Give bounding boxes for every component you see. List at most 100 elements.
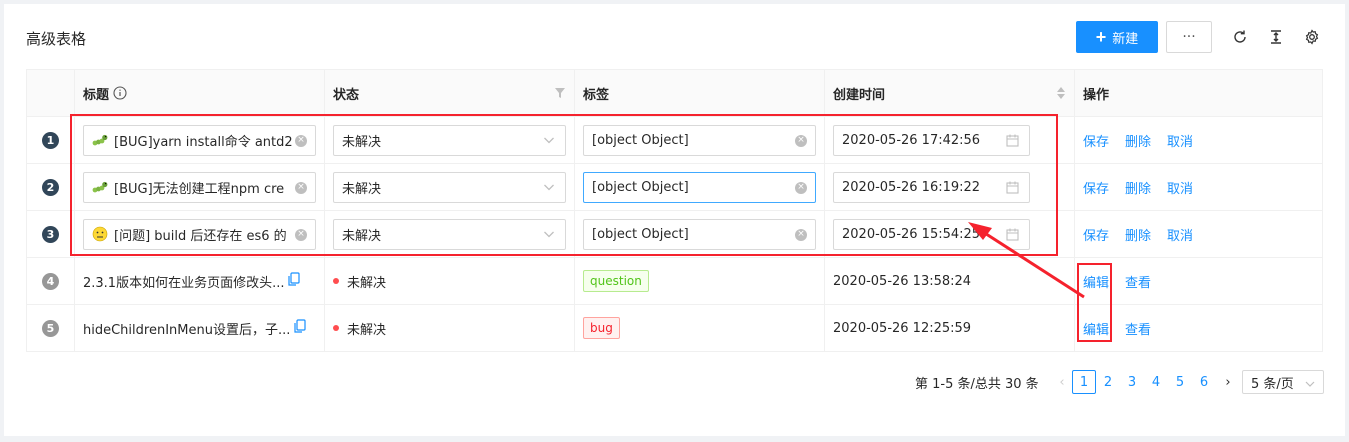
label-input[interactable]: [object Object] × bbox=[583, 124, 816, 156]
new-button-label: 新建 bbox=[1112, 30, 1139, 46]
delete-link[interactable]: 删除 bbox=[1125, 131, 1151, 150]
clear-icon[interactable]: × bbox=[295, 181, 307, 194]
page-title: 高级表格 bbox=[26, 30, 87, 48]
save-link[interactable]: 保存 bbox=[1083, 225, 1109, 244]
header-label-label: 标签 bbox=[583, 87, 610, 103]
label-input[interactable]: [object Object] × bbox=[583, 171, 816, 203]
header-created-time-label: 创建时间 bbox=[833, 87, 886, 103]
clear-icon[interactable]: × bbox=[795, 228, 807, 241]
page-5[interactable]: 5 bbox=[1168, 370, 1192, 394]
label-cell: question bbox=[575, 258, 825, 304]
label-cell: [object Object] × bbox=[575, 117, 825, 163]
edit-link[interactable]: 编辑 bbox=[1083, 319, 1109, 338]
clear-icon[interactable]: × bbox=[295, 228, 307, 241]
title-input[interactable]: [BUG]无法创建工程npm cre × bbox=[83, 171, 316, 203]
row-index-badge: 5 bbox=[42, 319, 59, 337]
label-cell: [object Object] × bbox=[575, 164, 825, 210]
status-select-value: 未解决 bbox=[342, 134, 382, 150]
chevron-down-icon bbox=[1305, 381, 1315, 387]
label-cell: [object Object] × bbox=[575, 211, 825, 257]
date-picker-value: 2020-05-26 17:42:56 bbox=[842, 132, 981, 148]
view-link[interactable]: 查看 bbox=[1125, 272, 1151, 291]
thinking-face-icon bbox=[92, 226, 108, 242]
time-cell: 2020-05-26 15:54:25 bbox=[825, 211, 1075, 257]
actions-cell: 编辑 查看 bbox=[1075, 305, 1324, 351]
save-link[interactable]: 保存 bbox=[1083, 131, 1109, 150]
label-input-value: [object Object] bbox=[592, 132, 689, 148]
cancel-link[interactable]: 取消 bbox=[1167, 225, 1193, 244]
edit-link[interactable]: 编辑 bbox=[1083, 272, 1109, 291]
status-select[interactable]: 未解决 bbox=[333, 171, 566, 203]
page-1[interactable]: 1 bbox=[1072, 370, 1096, 394]
more-button-label: ··· bbox=[1182, 29, 1196, 45]
new-button[interactable]: + 新建 bbox=[1076, 21, 1158, 53]
time-cell: 2020-05-26 13:58:24 bbox=[825, 258, 1075, 304]
pagination-total: 第 1-5 条/总共 30 条 bbox=[915, 377, 1039, 392]
cancel-link[interactable]: 取消 bbox=[1167, 131, 1193, 150]
setting-icon[interactable] bbox=[1302, 27, 1322, 47]
header-title-label: 标题 bbox=[83, 87, 110, 103]
page-6[interactable]: 6 bbox=[1192, 370, 1216, 394]
status-dot-icon bbox=[333, 325, 339, 331]
title-cell: [问题] build 后还存在 es6 的 × bbox=[75, 211, 325, 257]
row-index-badge: 1 bbox=[42, 131, 59, 149]
title-input[interactable]: [问题] build 后还存在 es6 的 × bbox=[83, 218, 316, 250]
delete-link[interactable]: 删除 bbox=[1125, 178, 1151, 197]
label-input-value: [object Object] bbox=[592, 179, 689, 195]
chevron-down-icon bbox=[543, 228, 555, 244]
delete-link[interactable]: 删除 bbox=[1125, 225, 1151, 244]
filter-icon[interactable] bbox=[554, 87, 566, 99]
date-picker-value: 2020-05-26 15:54:25 bbox=[842, 226, 981, 242]
copy-icon[interactable] bbox=[294, 319, 306, 337]
time-cell: 2020-05-26 12:25:59 bbox=[825, 305, 1075, 351]
row-index-badge: 3 bbox=[42, 225, 59, 243]
next-page-icon[interactable]: › bbox=[1216, 370, 1240, 394]
actions-cell: 编辑 查看 bbox=[1075, 258, 1324, 304]
date-picker-input[interactable]: 2020-05-26 17:42:56 bbox=[833, 124, 1030, 156]
clear-icon[interactable]: × bbox=[295, 134, 307, 147]
prev-page-icon[interactable]: ‹ bbox=[1050, 370, 1074, 394]
page-3[interactable]: 3 bbox=[1120, 370, 1144, 394]
save-link[interactable]: 保存 bbox=[1083, 178, 1109, 197]
title-input-value: [问题] build 后还存在 es6 的 bbox=[114, 228, 287, 244]
page-2[interactable]: 2 bbox=[1096, 370, 1120, 394]
header-actions-label: 操作 bbox=[1083, 87, 1110, 103]
header-status-label: 状态 bbox=[333, 87, 360, 103]
date-picker-input[interactable]: 2020-05-26 16:19:22 bbox=[833, 171, 1030, 203]
view-link[interactable]: 查看 bbox=[1125, 319, 1151, 338]
date-picker-input[interactable]: 2020-05-26 15:54:25 bbox=[833, 218, 1030, 250]
header-label: 标签 bbox=[575, 70, 825, 116]
chevron-down-icon bbox=[543, 134, 555, 150]
actions-cell: 保存 删除 取消 bbox=[1075, 211, 1324, 257]
clear-icon[interactable]: × bbox=[795, 134, 807, 147]
clear-icon[interactable]: × bbox=[795, 181, 807, 194]
status-select[interactable]: 未解决 bbox=[333, 218, 566, 250]
page-size-select[interactable]: 5 条/页 bbox=[1242, 370, 1324, 394]
info-icon[interactable] bbox=[113, 86, 127, 100]
status-text: 未解决 bbox=[347, 275, 387, 291]
reload-icon[interactable] bbox=[1230, 27, 1250, 47]
label-input[interactable]: [object Object] × bbox=[583, 218, 816, 250]
title-cell: hideChildrenInMenu设置后，子... bbox=[75, 305, 325, 351]
date-picker-value: 2020-05-26 16:19:22 bbox=[842, 179, 981, 195]
title-input[interactable]: [BUG]yarn install命令 antd2 × bbox=[83, 124, 316, 156]
table-row: 2 [BUG]无法创建工程npm cre × 未解决 [object Objec… bbox=[27, 164, 1322, 211]
row-index-badge: 2 bbox=[42, 178, 59, 196]
title-text: 2.3.1版本如何在业务页面修改头... bbox=[83, 275, 285, 291]
status-select[interactable]: 未解决 bbox=[333, 124, 566, 156]
row-index-cell: 2 bbox=[27, 164, 75, 210]
more-button[interactable]: ··· bbox=[1166, 21, 1212, 53]
cancel-link[interactable]: 取消 bbox=[1167, 178, 1193, 197]
status-dot-icon bbox=[333, 278, 339, 284]
caterpillar-icon bbox=[92, 179, 108, 195]
copy-icon[interactable] bbox=[288, 272, 301, 290]
header-index bbox=[27, 70, 75, 116]
calendar-icon bbox=[1006, 228, 1019, 245]
row-index-cell: 5 bbox=[27, 305, 75, 351]
sort-icon[interactable] bbox=[1056, 86, 1066, 100]
header-created-time[interactable]: 创建时间 bbox=[825, 70, 1075, 116]
density-icon[interactable] bbox=[1266, 27, 1286, 47]
page-4[interactable]: 4 bbox=[1144, 370, 1168, 394]
status-cell: 未解决 bbox=[325, 164, 575, 210]
status-text: 未解决 bbox=[347, 322, 387, 338]
